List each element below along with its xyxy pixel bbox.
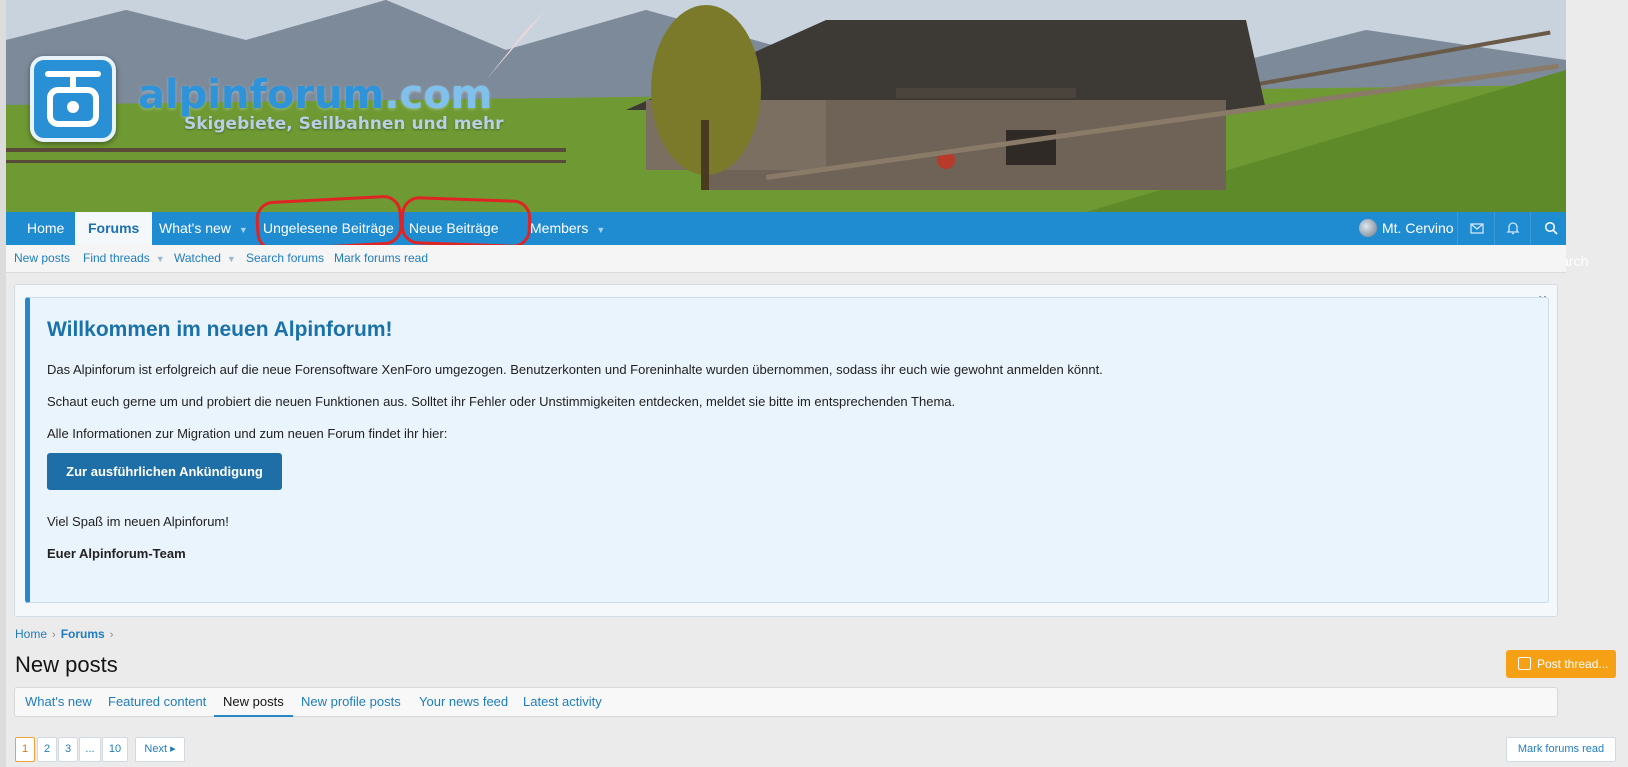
next-page-button[interactable]: Next ▸ [135,737,185,762]
subnav-mark-forums-read[interactable]: Mark forums read [334,245,428,273]
nav-search[interactable]: Search [1544,212,1588,269]
notice-paragraph-3: Alle Informationen zur Migration und zum… [47,426,448,441]
page-10[interactable]: 10 [102,737,128,762]
nav-forums[interactable]: Forums [75,212,153,245]
nav-members[interactable]: Members ▼ [517,212,618,245]
post-thread-button[interactable]: Post thread... [1506,650,1616,678]
logo-cable-car-icon[interactable] [30,56,116,142]
nav-home[interactable]: Home [14,212,77,245]
site-logo-text[interactable]: alpinforum.com [138,72,492,118]
chevron-right-icon: › [52,629,56,641]
chevron-down-icon[interactable]: ▼ [239,225,248,235]
search-icon [1544,221,1558,235]
avatar [1359,218,1377,237]
notice-paragraph-2: Schaut euch gerne um und probiert die ne… [47,394,956,409]
page-ellipsis[interactable]: ... [79,737,101,762]
site-tagline: Skigebiete, Seilbahnen und mehr [184,114,504,134]
tab-latest-activity[interactable]: Latest activity [514,688,611,717]
highlight-circle-ungelesene [254,194,404,252]
chevron-down-icon[interactable]: ▼ [596,225,605,235]
page-3[interactable]: 3 [58,737,78,762]
chevron-down-icon[interactable]: ▼ [227,254,236,264]
edit-icon [1518,657,1531,671]
inbox-icon[interactable] [1470,212,1484,245]
highlight-circle-neue [400,195,532,249]
notice-signature: Euer Alpinforum-Team [47,546,186,561]
subnav-search-forums[interactable]: Search forums [246,245,324,273]
tab-featured-content[interactable]: Featured content [99,688,215,717]
tab-whats-new[interactable]: What's new [16,688,101,717]
subnav-new-posts[interactable]: New posts [14,245,70,273]
mark-forums-read-button[interactable]: Mark forums read [1506,737,1616,762]
whats-new-tabs: What's new Featured content New posts Ne… [14,687,1558,717]
subnav-watched[interactable]: Watched ▼ [174,245,236,273]
tab-your-news-feed[interactable]: Your news feed [410,688,517,717]
header-banner: alpinforum.com Skigebiete, Seilbahnen un… [6,0,1566,212]
main-nav: Home Forums What's new ▼ Ungelesene Beitr… [6,212,1588,269]
welcome-notice: Willkommen im neuen Alpinforum! Das Alpi… [25,297,1549,603]
tab-new-posts[interactable]: New posts [214,688,293,717]
chevron-down-icon[interactable]: ▼ [156,254,165,264]
notice-paragraph-4: Viel Spaß im neuen Alpinforum! [47,514,229,529]
bell-icon[interactable] [1506,212,1520,245]
tab-new-profile-posts[interactable]: New profile posts [292,688,410,717]
nav-user-account[interactable]: Mt. Cervino [1359,212,1454,245]
nav-whats-new[interactable]: What's new ▼ [146,212,261,245]
notice-paragraph-1: Das Alpinforum ist erfolgreich auf die n… [47,362,1103,377]
subnav-find-threads[interactable]: Find threads ▼ [83,245,165,273]
chevron-right-icon: › [109,629,114,641]
breadcrumb-forums[interactable]: Forums [61,627,105,641]
notice-title: Willkommen im neuen Alpinforum! [47,318,393,341]
page-2[interactable]: 2 [37,737,57,762]
breadcrumb-home[interactable]: Home [15,627,47,641]
nav-separator [1494,212,1495,245]
breadcrumb: Home › Forums › [15,627,118,641]
notice-container: × Willkommen im neuen Alpinforum! Das Al… [14,284,1558,617]
sub-nav: New posts Find threads ▼ Watched ▼ Search … [6,245,1566,273]
page-1[interactable]: 1 [15,737,35,762]
nav-separator [1530,212,1531,245]
announcement-button[interactable]: Zur ausführlichen Ankündigung [47,453,282,490]
nav-separator [1457,212,1458,245]
page-title: New posts [15,652,118,677]
